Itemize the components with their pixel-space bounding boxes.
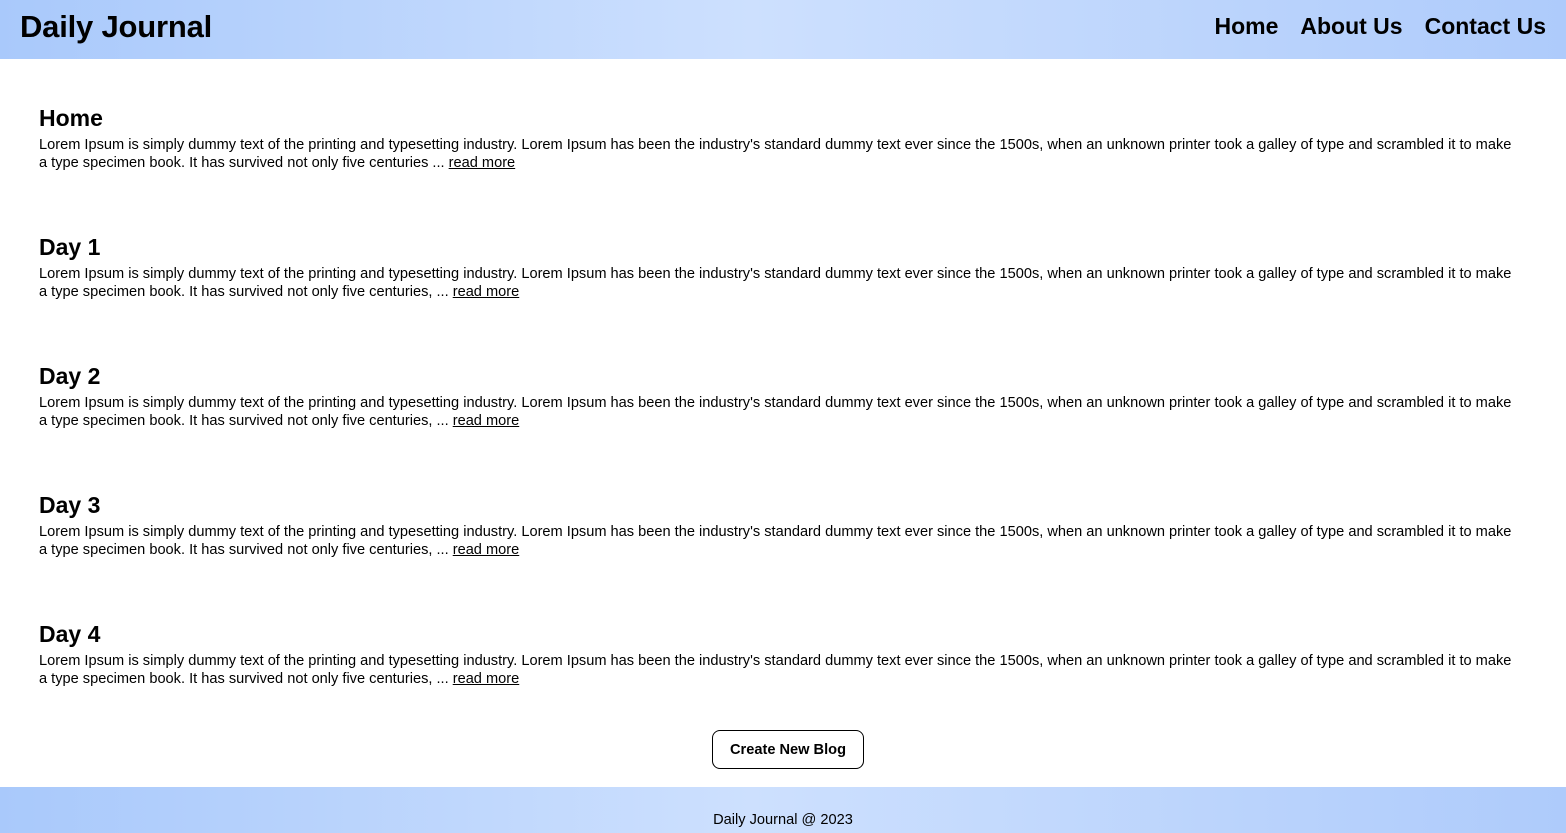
post-excerpt: Lorem Ipsum is simply dummy text of the … [39, 265, 1519, 301]
post-excerpt-text: Lorem Ipsum is simply dummy text of the … [39, 524, 1512, 558]
read-more-link[interactable]: read more [453, 413, 520, 429]
post-title: Day 2 [39, 363, 101, 389]
site-header: Daily Journal Home About Us Contact Us [0, 0, 1566, 59]
site-footer: Daily Journal @ 2023 [0, 787, 1566, 833]
post-day-2: Day 2 Lorem Ipsum is simply dummy text o… [39, 362, 1529, 491]
read-more-link[interactable]: read more [453, 542, 520, 558]
post-excerpt-text: Lorem Ipsum is simply dummy text of the … [39, 266, 1512, 300]
footer-copyright: Daily Journal @ 2023 [713, 812, 853, 828]
post-excerpt: Lorem Ipsum is simply dummy text of the … [39, 523, 1519, 559]
post-excerpt: Lorem Ipsum is simply dummy text of the … [39, 136, 1519, 172]
read-more-link[interactable]: read more [449, 155, 516, 171]
post-list: Home Lorem Ipsum is simply dummy text of… [39, 104, 1529, 749]
post-title: Day 3 [39, 492, 101, 518]
nav-home-link[interactable]: Home [1214, 12, 1278, 40]
read-more-link[interactable]: read more [453, 284, 520, 300]
post-excerpt-text: Lorem Ipsum is simply dummy text of the … [39, 653, 1512, 687]
post-day-3: Day 3 Lorem Ipsum is simply dummy text o… [39, 491, 1529, 620]
main-nav: Home About Us Contact Us [1214, 12, 1546, 40]
post-title: Home [39, 105, 103, 131]
nav-about-us-link[interactable]: About Us [1300, 12, 1402, 40]
post-title: Day 1 [39, 234, 101, 260]
post-home: Home Lorem Ipsum is simply dummy text of… [39, 104, 1529, 233]
nav-contact-us-link[interactable]: Contact Us [1425, 12, 1546, 40]
post-excerpt: Lorem Ipsum is simply dummy text of the … [39, 652, 1519, 688]
post-excerpt-text: Lorem Ipsum is simply dummy text of the … [39, 137, 1512, 171]
post-title: Day 4 [39, 621, 101, 647]
post-excerpt-text: Lorem Ipsum is simply dummy text of the … [39, 395, 1512, 429]
site-title: Daily Journal [20, 9, 213, 44]
post-day-1: Day 1 Lorem Ipsum is simply dummy text o… [39, 233, 1529, 362]
read-more-link[interactable]: read more [453, 671, 520, 687]
post-excerpt: Lorem Ipsum is simply dummy text of the … [39, 394, 1519, 430]
create-new-blog-button[interactable]: Create New Blog [712, 730, 864, 769]
